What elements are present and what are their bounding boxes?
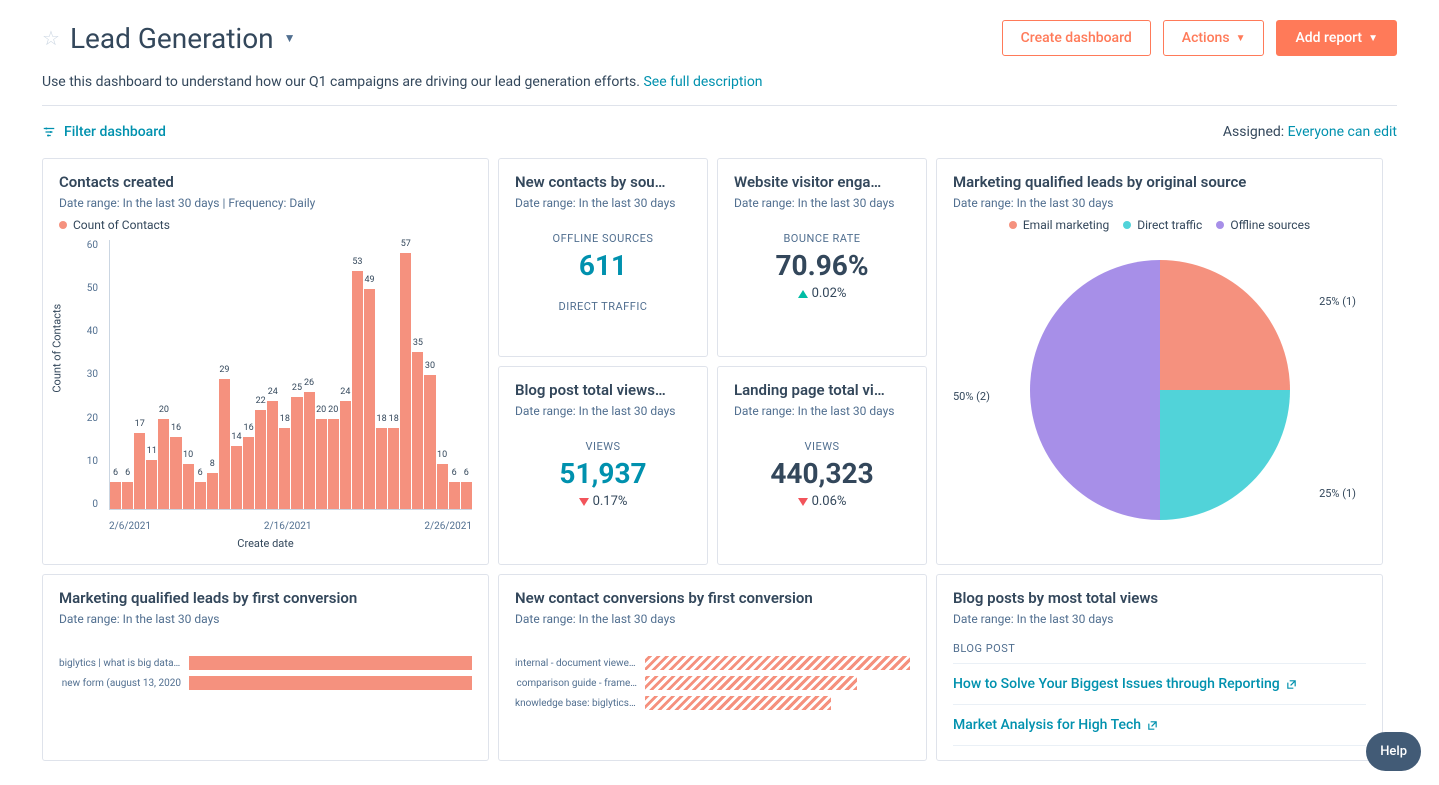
card-website-engagement[interactable]: Website visitor enga… Date range: In the…	[717, 158, 927, 357]
card-title: Contacts created	[59, 173, 472, 191]
down-icon	[579, 498, 589, 506]
table-header: BLOG POST	[953, 634, 1366, 664]
card-new-contact-conversions[interactable]: New contact conversions by first convers…	[498, 574, 927, 761]
card-blog-posts[interactable]: Blog posts by most total views Date rang…	[936, 574, 1383, 761]
card-mql-conversion[interactable]: Marketing qualified leads by first conve…	[42, 574, 489, 761]
filter-dashboard-button[interactable]: Filter dashboard	[42, 124, 166, 140]
card-mql-source[interactable]: Marketing qualified leads by original so…	[936, 158, 1383, 565]
see-full-description-link[interactable]: See full description	[643, 74, 762, 90]
card-landing-views[interactable]: Landing page total vi… Date range: In th…	[717, 366, 927, 565]
assigned-control[interactable]: Assigned: Everyone can edit	[1223, 124, 1397, 140]
star-icon[interactable]: ☆	[42, 26, 60, 50]
actions-button[interactable]: Actions▼	[1163, 20, 1265, 56]
add-report-button[interactable]: Add report▼	[1276, 20, 1397, 56]
table-row[interactable]: How to Solve Your Biggest Issues through…	[953, 664, 1366, 705]
table-row[interactable]: Market Analysis for High Tech	[953, 705, 1366, 746]
down-icon	[798, 498, 808, 506]
filter-icon	[42, 125, 56, 139]
mql-pie-chart: 25% (1) 25% (1) 50% (2)	[953, 240, 1366, 540]
card-new-contacts-source[interactable]: New contacts by sou… Date range: In the …	[498, 158, 708, 357]
external-link-icon	[1286, 679, 1297, 690]
page-title: Lead Generation	[70, 22, 274, 55]
title-dropdown[interactable]: ▼	[284, 31, 296, 45]
help-button[interactable]: Help	[1366, 732, 1421, 771]
external-link-icon	[1147, 720, 1158, 731]
up-icon	[798, 290, 808, 298]
card-blog-views[interactable]: Blog post total views… Date range: In th…	[498, 366, 708, 565]
card-meta: Date range: In the last 30 days | Freque…	[59, 196, 472, 210]
dashboard-description: Use this dashboard to understand how our…	[42, 74, 1397, 106]
card-contacts-created[interactable]: Contacts created Date range: In the last…	[42, 158, 489, 565]
create-dashboard-button[interactable]: Create dashboard	[1002, 20, 1151, 56]
contacts-bar-chart: Count of Contacts 6050403020100 66171120…	[59, 240, 472, 550]
